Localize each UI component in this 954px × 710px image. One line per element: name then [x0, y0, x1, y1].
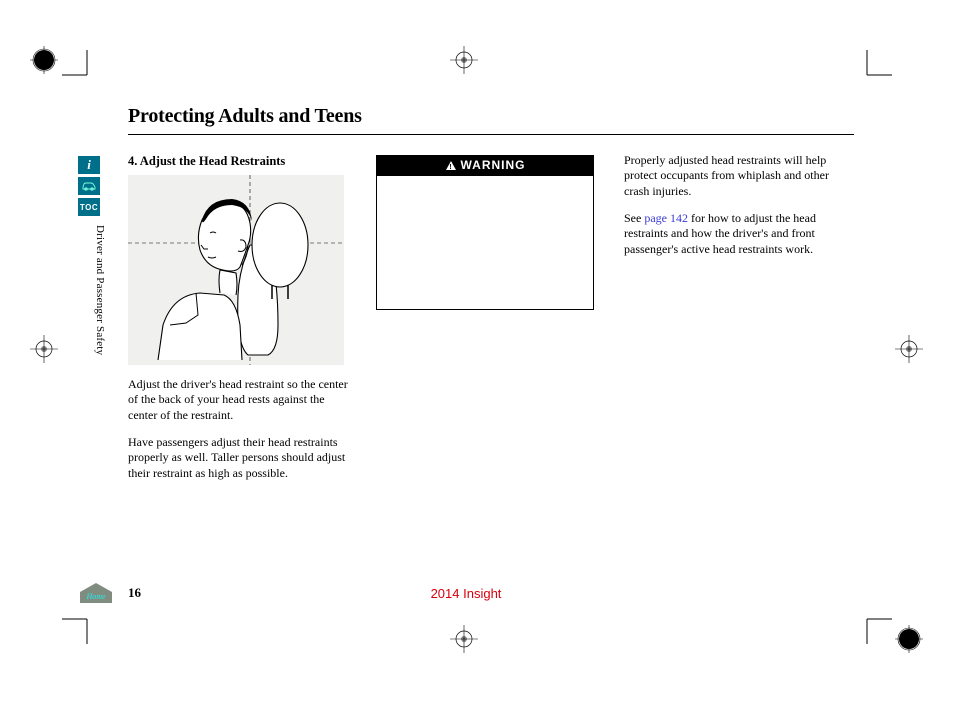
registration-mark-icon	[895, 335, 919, 359]
column-2: ! WARNING	[376, 153, 602, 493]
page-title: Protecting Adults and Teens	[128, 105, 854, 135]
crop-mark-icon	[62, 608, 98, 644]
car-icon-button[interactable]	[78, 177, 100, 195]
crop-mark-icon	[62, 50, 98, 86]
info-button[interactable]: i	[78, 156, 100, 174]
step-heading: 4. Adjust the Head Restraints	[128, 153, 354, 169]
section-label: Driver and Passenger Safety	[92, 225, 106, 425]
toc-button[interactable]: TOC	[78, 198, 100, 216]
registration-mark-icon	[450, 625, 474, 649]
body-text: Properly adjusted head restraints will h…	[624, 153, 850, 199]
page-number: 16	[128, 585, 141, 601]
warning-triangle-icon: !	[445, 160, 457, 172]
sidebar-nav: i TOC	[78, 156, 100, 216]
body-text: Adjust the driver's head restraint so th…	[128, 377, 354, 423]
warning-header: ! WARNING	[377, 156, 593, 176]
document-label: 2014 Insight	[431, 586, 502, 601]
registration-mark-icon	[30, 335, 54, 359]
info-icon: i	[87, 157, 91, 173]
page-reference-link[interactable]: page 142	[644, 211, 688, 225]
registration-mark-icon	[895, 625, 919, 649]
home-label: Home	[85, 592, 106, 601]
svg-text:!: !	[449, 164, 452, 171]
warning-label: WARNING	[461, 158, 526, 173]
toc-label: TOC	[80, 203, 98, 212]
body-text: Have passengers adjust their head restra…	[128, 435, 354, 481]
page-footer: Home 16 2014 Insight	[78, 582, 854, 604]
page-content: Protecting Adults and Teens 4. Adjust th…	[128, 105, 854, 493]
home-button[interactable]: Home	[78, 582, 114, 604]
body-text-fragment: See	[624, 211, 644, 225]
body-text: See page 142 for how to adjust the head …	[624, 211, 850, 257]
column-1: 4. Adjust the Head Restraints	[128, 153, 354, 493]
warning-box: ! WARNING	[376, 155, 594, 310]
registration-mark-icon	[450, 46, 474, 70]
crop-mark-icon	[856, 50, 892, 86]
column-3: Properly adjusted head restraints will h…	[624, 153, 850, 493]
registration-mark-icon	[30, 46, 54, 70]
car-icon	[81, 181, 97, 191]
head-restraint-illustration	[128, 175, 344, 365]
crop-mark-icon	[856, 608, 892, 644]
